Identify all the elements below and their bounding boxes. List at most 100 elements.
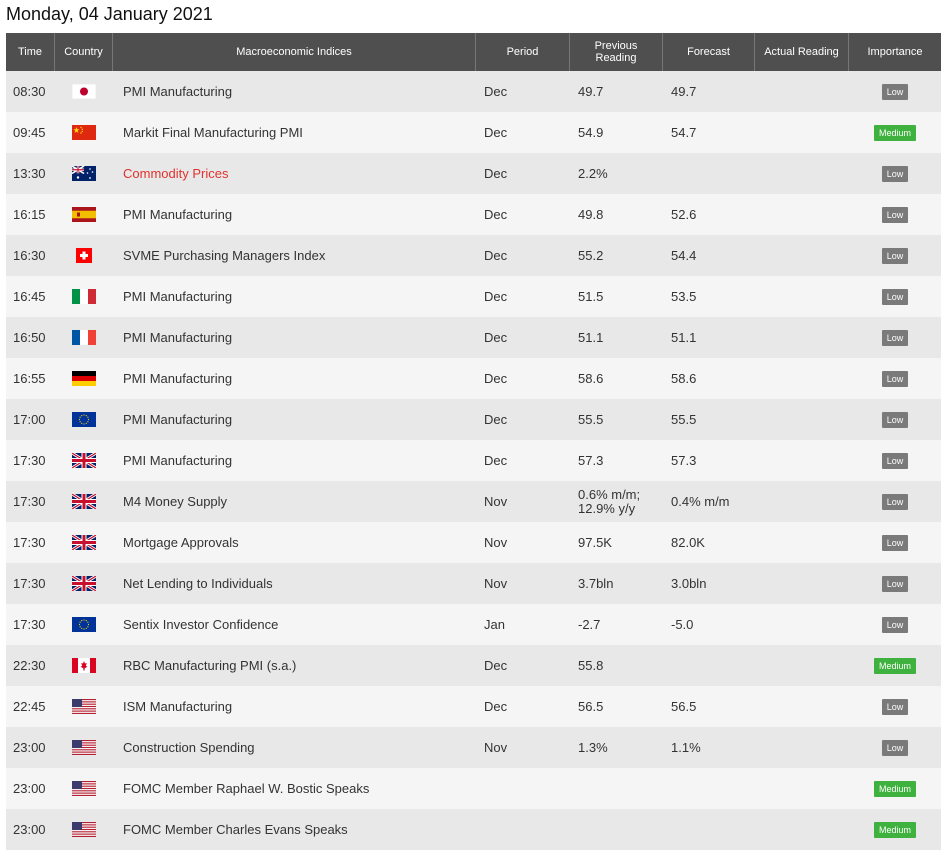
table-row[interactable]: 22:30 RBC Manufacturing PMI (s.a.) Dec 55.8… — [6, 645, 941, 686]
cell-period: Dec — [484, 207, 508, 222]
header-time[interactable]: Time — [6, 33, 55, 71]
header-index[interactable]: Macroeconomic Indices — [113, 33, 476, 71]
table-row[interactable]: 16:50 PMI Manufacturing Dec 51.1 51.1 Low — [6, 317, 941, 358]
cell-actual — [755, 440, 849, 481]
cell-actual — [755, 276, 849, 317]
cell-previous: 57.3 — [578, 452, 604, 468]
cell-actual — [755, 71, 849, 112]
table-row[interactable]: 17:30 PMI Manufacturing Dec 57.3 57.3 Low — [6, 440, 941, 481]
table-row[interactable]: 22:45 ISM Manufacturing Dec 56.5 56.5 Low — [6, 686, 941, 727]
cell-time: 17:00 — [13, 412, 46, 427]
cell-previous: 55.5 — [578, 411, 604, 427]
cell-actual — [755, 358, 849, 399]
italy-flag — [72, 289, 96, 304]
table-row[interactable]: 23:00 FOMC Member Charles Evans Speaks Med… — [6, 809, 941, 850]
table-row[interactable]: 13:30 Commodity Prices Dec 2.2% Low — [6, 153, 941, 194]
cell-forecast: 52.6 — [671, 207, 697, 222]
cell-period: Dec — [484, 453, 508, 468]
cell-previous: 0.6% m/m; 12.9% y/y — [578, 486, 641, 516]
cell-time: 22:30 — [13, 658, 46, 673]
table-row[interactable]: 17:30 M4 Money Supply Nov 0.6% m/m; 12.9% y… — [6, 481, 941, 522]
cell-index[interactable]: Commodity Prices — [113, 153, 476, 194]
cell-country — [55, 768, 113, 809]
uk-flag — [72, 535, 96, 550]
cell-forecast: 49.7 — [671, 84, 697, 99]
cell-forecast — [663, 153, 755, 194]
header-period[interactable]: Period — [476, 33, 570, 71]
cell-importance: Low — [849, 276, 941, 317]
cell-actual — [755, 235, 849, 276]
cell-country — [55, 481, 113, 522]
cell-index: Net Lending to Individuals — [123, 576, 273, 591]
importance-badge: Low — [881, 739, 909, 756]
cell-country — [55, 727, 113, 768]
cell-importance: Low — [849, 194, 941, 235]
cell-index: FOMC Member Raphael W. Bostic Speaks — [123, 781, 370, 796]
cell-actual — [755, 604, 849, 645]
header-previous[interactable]: Previous Reading — [570, 33, 663, 71]
cell-importance: Low — [849, 727, 941, 768]
cell-period: Dec — [484, 658, 508, 673]
cell-previous — [570, 809, 663, 850]
table-row[interactable]: 16:15 PMI Manufacturing Dec 49.8 52.6 Low — [6, 194, 941, 235]
importance-badge: Low — [881, 288, 909, 305]
cell-country — [55, 686, 113, 727]
france-flag — [72, 330, 96, 345]
header-importance[interactable]: Importance — [849, 33, 941, 71]
cell-previous: 55.8 — [578, 657, 604, 673]
table-row[interactable]: 16:45 PMI Manufacturing Dec 51.5 53.5 Low — [6, 276, 941, 317]
cell-index: ISM Manufacturing — [123, 699, 233, 714]
usa-flag — [72, 699, 96, 714]
cell-importance: Low — [849, 481, 941, 522]
header-forecast[interactable]: Forecast — [663, 33, 755, 71]
table-row[interactable]: 17:00 PMI Manufacturing Dec 55.5 55.5 Low — [6, 399, 941, 440]
importance-badge: Low — [881, 370, 909, 387]
cell-period: Nov — [484, 535, 508, 550]
importance-badge: Low — [881, 575, 909, 592]
cell-time: 17:30 — [13, 617, 46, 632]
cell-time: 17:30 — [13, 453, 46, 468]
cell-country — [55, 112, 113, 153]
header-country[interactable]: Country — [55, 33, 113, 71]
table-row[interactable]: 17:30 Net Lending to Individuals Nov 3.7bln… — [6, 563, 941, 604]
table-row[interactable]: 09:45 Markit Final Manufacturing PMI Dec 54… — [6, 112, 941, 153]
table-row[interactable]: 08:30 PMI Manufacturing Dec 49.7 49.7 Low — [6, 71, 941, 112]
cell-previous: 2.2% — [578, 165, 608, 181]
cell-actual — [755, 153, 849, 194]
cell-index: PMI Manufacturing — [123, 412, 233, 427]
cell-index: Sentix Investor Confidence — [123, 617, 279, 632]
cell-forecast: 51.1 — [671, 330, 697, 345]
header-actual[interactable]: Actual Reading — [755, 33, 849, 71]
cell-forecast: 56.5 — [671, 699, 697, 714]
cell-previous: -2.7 — [578, 616, 601, 632]
cell-actual — [755, 645, 849, 686]
page-title: Monday, 04 January 2021 — [6, 4, 213, 24]
uk-flag — [72, 576, 96, 591]
importance-badge: Medium — [873, 821, 916, 838]
cell-actual — [755, 563, 849, 604]
cell-index: FOMC Member Charles Evans Speaks — [123, 822, 348, 837]
cell-index: PMI Manufacturing — [123, 453, 233, 468]
cell-index: SVME Purchasing Managers Index — [123, 248, 326, 263]
cell-previous: 56.5 — [578, 698, 604, 714]
cell-time: 23:00 — [13, 822, 46, 837]
importance-badge: Low — [881, 452, 909, 469]
table-row[interactable]: 16:55 PMI Manufacturing Dec 58.6 58.6 Low — [6, 358, 941, 399]
table-row[interactable]: 17:30 Mortgage Approvals Nov 97.5K 82.0K Low — [6, 522, 941, 563]
importance-badge: Medium — [873, 124, 916, 141]
cell-time: 16:15 — [13, 207, 46, 222]
cell-country — [55, 71, 113, 112]
cell-forecast: 0.4% m/m — [671, 494, 730, 509]
table-row[interactable]: 23:00 Construction Spending Nov 1.3% 1.1% Low — [6, 727, 941, 768]
table-row[interactable]: 17:30 Sentix Investor Confidence Jan -2.7 -5… — [6, 604, 941, 645]
cell-index: RBC Manufacturing PMI (s.a.) — [123, 658, 297, 673]
table-row[interactable]: 23:00 FOMC Member Raphael W. Bostic Speak… — [6, 768, 941, 809]
cell-time: 13:30 — [13, 166, 46, 181]
cell-country — [55, 153, 113, 194]
table-row[interactable]: 16:30 SVME Purchasing Managers Index Dec 55… — [6, 235, 941, 276]
importance-badge: Medium — [873, 780, 916, 797]
importance-badge: Low — [881, 411, 909, 428]
cell-previous: 97.5K — [578, 534, 612, 550]
cell-forecast: 1.1% — [671, 740, 701, 755]
cell-previous: 58.6 — [578, 370, 604, 386]
